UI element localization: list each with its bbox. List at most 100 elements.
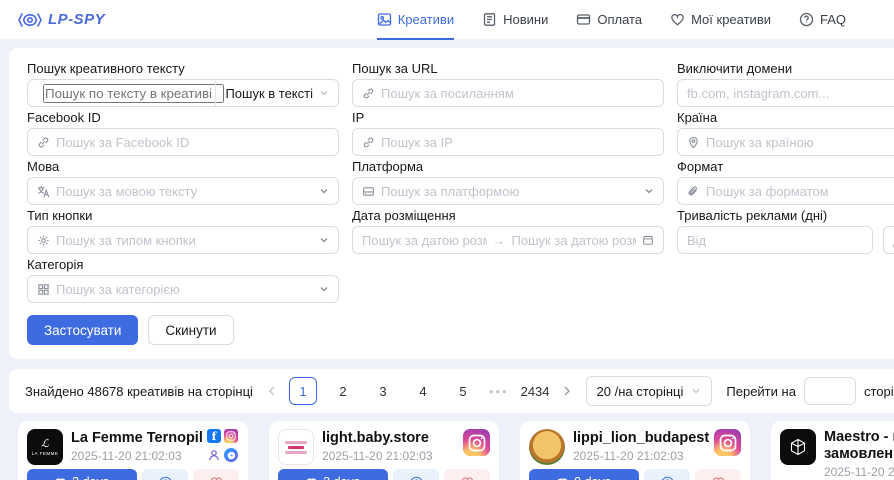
- page-number[interactable]: 2: [329, 377, 357, 405]
- card-date: 2025-11-20 21:02:03: [824, 465, 894, 479]
- heart-icon: [670, 12, 685, 27]
- link-icon: [37, 136, 50, 149]
- days-button[interactable]: 0 days: [529, 469, 639, 480]
- prev-page-button[interactable]: [267, 385, 277, 397]
- creative-text-group: Пошук в тексті: [27, 79, 339, 107]
- avatar: [278, 429, 314, 465]
- favorite-button[interactable]: [695, 469, 741, 480]
- creative-text-input[interactable]: [43, 84, 224, 103]
- next-page-button[interactable]: [562, 385, 572, 397]
- field-label: Виключити домени: [677, 62, 894, 76]
- nav-item-my-creatives[interactable]: Мої креативи: [670, 0, 771, 40]
- link-icon: [362, 136, 375, 149]
- goto-page: Перейти на сторінку: [726, 377, 894, 405]
- page-content: Пошук креативного тексту Пошук в тексті …: [0, 40, 894, 480]
- creative-card[interactable]: Maestro - кухні, ме замовлення в Ужго 20…: [771, 421, 894, 480]
- duration-from-input[interactable]: [687, 233, 863, 248]
- field-ip: IP: [352, 111, 664, 156]
- facebook-icon: f: [207, 429, 221, 443]
- view-button[interactable]: [644, 469, 690, 480]
- ip-input[interactable]: [381, 135, 654, 150]
- goto-page-input[interactable]: [804, 377, 856, 405]
- heart-icon: [210, 476, 223, 480]
- results-pagination-bar: Знайдено 48678 креативів на сторінці 1 2…: [9, 369, 894, 413]
- results-summary: Знайдено 48678 креативів на сторінці: [25, 384, 253, 399]
- field-platform: Платформа Пошук за платформою: [352, 160, 664, 205]
- nav-label: Мої креативи: [691, 12, 771, 27]
- favorite-button[interactable]: [193, 469, 239, 480]
- favorite-button[interactable]: [444, 469, 490, 480]
- card-date: 2025-11-20 21:02:03: [71, 449, 199, 463]
- field-country: Країна: [677, 111, 894, 156]
- category-select[interactable]: Пошук за категорією: [27, 275, 339, 303]
- page-number[interactable]: 5: [449, 377, 477, 405]
- heart-icon: [461, 476, 474, 480]
- app-logo[interactable]: LP-SPY: [18, 11, 105, 28]
- url-input[interactable]: [381, 86, 654, 101]
- last-page-number[interactable]: 2434: [521, 377, 550, 405]
- field-label: Категорія: [27, 258, 339, 272]
- view-button[interactable]: [142, 469, 188, 480]
- calendar-icon: [55, 477, 66, 480]
- field-label: Платформа: [352, 160, 664, 174]
- field-creative-text: Пошук креативного тексту Пошук в тексті: [27, 62, 339, 107]
- field-button-type: Тип кнопки Пошук за типом кнопки: [27, 209, 339, 254]
- nav-label: Оплата: [597, 12, 642, 27]
- field-label: Тип кнопки: [27, 209, 339, 223]
- platform-select[interactable]: Пошук за платформою: [352, 177, 664, 205]
- translate-icon: [37, 185, 50, 198]
- field-label: Пошук за URL: [352, 62, 664, 76]
- creative-card[interactable]: ℒ LA FEMME La Femme Ternopil 2025-11-20 …: [18, 421, 248, 480]
- creative-text-mode-select[interactable]: Пошук в тексті: [215, 80, 338, 106]
- eye-icon: [660, 476, 675, 480]
- creative-cards-row: ℒ LA FEMME La Femme Ternopil 2025-11-20 …: [9, 421, 894, 480]
- eye-icon: [409, 476, 424, 480]
- instagram-icon: [714, 429, 741, 456]
- eye-icon: [158, 476, 173, 480]
- country-input[interactable]: [706, 135, 894, 150]
- grid-icon: [37, 283, 50, 296]
- card-title: lippi_lion_budapest: [573, 429, 706, 447]
- card-date: 2025-11-20 21:02:03: [322, 449, 455, 463]
- apply-button[interactable]: Застосувати: [27, 315, 138, 345]
- nav-item-faq[interactable]: FAQ: [799, 0, 846, 40]
- chevron-down-icon: [319, 284, 329, 294]
- page-number[interactable]: 1: [289, 377, 317, 405]
- days-button[interactable]: 3 days: [278, 469, 388, 480]
- chevron-down-icon: [644, 186, 654, 196]
- pagination-ellipsis[interactable]: •••: [489, 384, 509, 399]
- avatar: [529, 429, 565, 465]
- field-exclude-domains: Виключити домени: [677, 62, 894, 107]
- chevron-left-icon: [267, 385, 277, 397]
- page-number[interactable]: 4: [409, 377, 437, 405]
- field-label: Дата розміщення: [352, 209, 664, 223]
- nav-item-payment[interactable]: Оплата: [576, 0, 642, 40]
- nav-item-creatives[interactable]: Креативи: [377, 0, 454, 40]
- facebook-id-input[interactable]: [56, 135, 329, 150]
- days-button[interactable]: 3 days: [27, 469, 137, 480]
- news-icon: [482, 12, 497, 27]
- filter-panel: Пошук креативного тексту Пошук в тексті …: [9, 48, 894, 359]
- user-icon: [207, 448, 221, 462]
- exclude-domains-input[interactable]: [687, 86, 894, 101]
- image-icon: [377, 12, 392, 27]
- format-select[interactable]: Пошук за форматом: [677, 177, 894, 205]
- reset-button[interactable]: Скинути: [148, 315, 233, 345]
- nav-label: Креативи: [398, 12, 454, 27]
- field-label: Мова: [27, 160, 339, 174]
- page-size-select[interactable]: 20 /на сторінці: [586, 376, 713, 406]
- nav-label: FAQ: [820, 12, 846, 27]
- view-button[interactable]: [393, 469, 439, 480]
- creative-card[interactable]: light.baby.store 2025-11-20 21:02:03 3 d…: [269, 421, 499, 480]
- eye-logo-icon: [18, 12, 42, 28]
- field-format: Формат Пошук за форматом: [677, 160, 894, 205]
- language-select[interactable]: Пошук за мовою тексту: [27, 177, 339, 205]
- button-type-select[interactable]: Пошук за типом кнопки: [27, 226, 339, 254]
- card-date: 2025-11-20 21:02:03: [573, 449, 706, 463]
- placement-date-range-picker[interactable]: Пошук за датою розміщення → Пошук за дат…: [352, 226, 664, 254]
- instagram-icon: [224, 429, 238, 443]
- field-duration: Тривалість реклами (дні): [677, 209, 894, 254]
- creative-card[interactable]: lippi_lion_budapest 2025-11-20 21:02:03 …: [520, 421, 750, 480]
- nav-item-news[interactable]: Новини: [482, 0, 548, 40]
- page-number[interactable]: 3: [369, 377, 397, 405]
